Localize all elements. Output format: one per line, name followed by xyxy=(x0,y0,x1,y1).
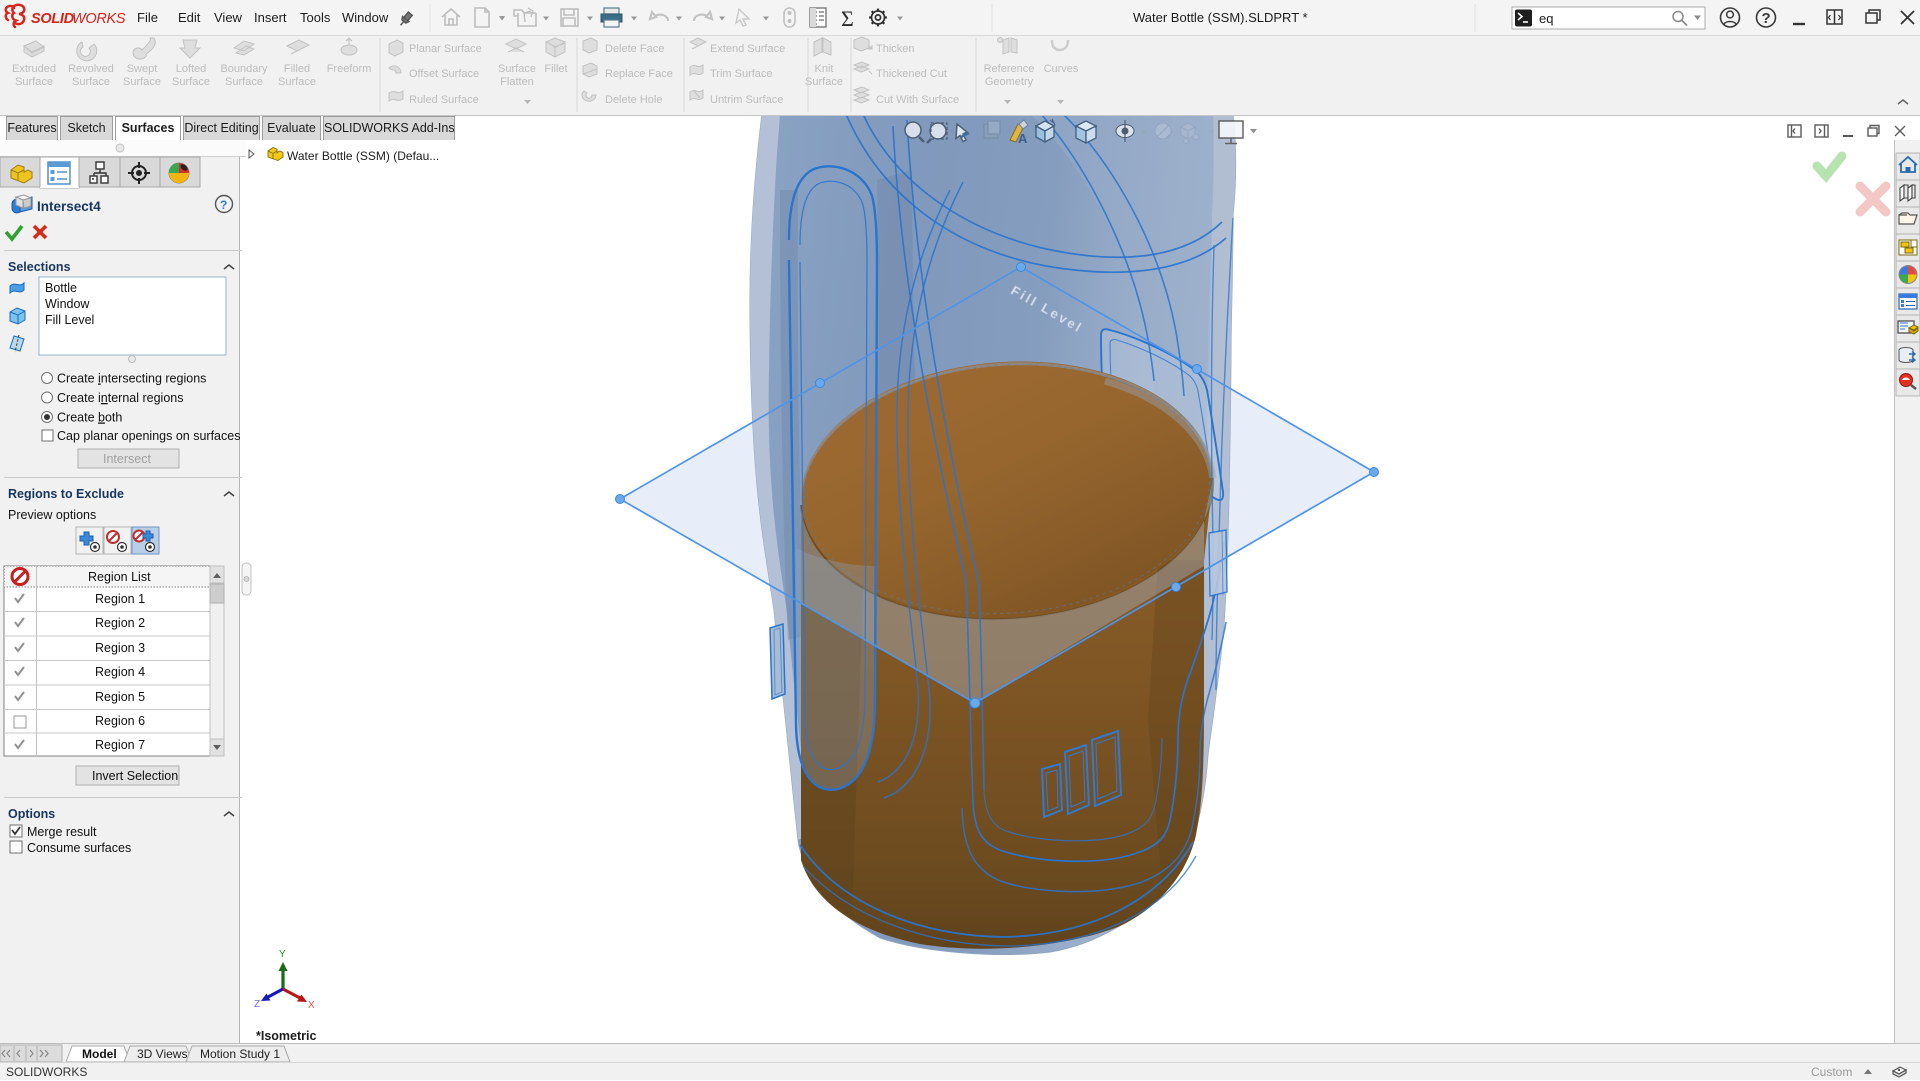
svg-text:Regions to Exclude: Regions to Exclude xyxy=(8,487,124,501)
svg-text:A: A xyxy=(1018,131,1028,146)
svg-text:Preview options: Preview options xyxy=(8,508,96,522)
svg-text:Region 1: Region 1 xyxy=(95,592,145,606)
svg-text:Model: Model xyxy=(82,1047,117,1061)
svg-text:Fill Level: Fill Level xyxy=(45,313,94,327)
svg-text:Region 4: Region 4 xyxy=(95,665,145,679)
svg-text:*Isometric: *Isometric xyxy=(256,1029,316,1043)
svg-text:Merge result: Merge result xyxy=(27,825,97,839)
svg-text:Y: Y xyxy=(279,949,286,960)
svg-text:?: ? xyxy=(1762,10,1771,27)
svg-text:Window: Window xyxy=(45,297,90,311)
svg-text:Create intersecting regions: Create intersecting regions xyxy=(57,372,206,386)
svg-text:Region 7: Region 7 xyxy=(95,738,145,752)
svg-text:SOLID: SOLID xyxy=(31,11,75,27)
svg-text:Motion Study 1: Motion Study 1 xyxy=(200,1047,280,1061)
svg-text:Consume surfaces: Consume surfaces xyxy=(27,841,131,855)
svg-text:Region 5: Region 5 xyxy=(95,690,145,704)
svg-text:Options: Options xyxy=(8,807,55,821)
svg-text:Selections: Selections xyxy=(8,260,71,274)
svg-text:Region List: Region List xyxy=(88,570,151,584)
svg-text:Region 3: Region 3 xyxy=(95,641,145,655)
svg-text:Water Bottle (SSM) (Defau...: Water Bottle (SSM) (Defau... xyxy=(287,149,439,163)
svg-text:X: X xyxy=(308,1000,315,1011)
svg-text:Intersect: Intersect xyxy=(103,452,151,466)
svg-text:eq: eq xyxy=(1539,11,1553,26)
svg-text:3D Views: 3D Views xyxy=(137,1047,187,1061)
svg-text:Cap planar openings on surface: Cap planar openings on surfaces xyxy=(57,429,240,443)
svg-text:Region 6: Region 6 xyxy=(95,714,145,728)
svg-text:WORKS: WORKS xyxy=(72,11,126,27)
svg-text:Bottle: Bottle xyxy=(45,281,77,295)
svg-text:Z: Z xyxy=(254,999,260,1010)
svg-text:Create internal regions: Create internal regions xyxy=(57,391,183,405)
svg-text:Region 2: Region 2 xyxy=(95,616,145,630)
svg-text:Create both: Create both xyxy=(57,411,122,425)
svg-text:Intersect4: Intersect4 xyxy=(37,199,101,214)
svg-text:Invert Selection: Invert Selection xyxy=(92,769,178,783)
svg-text:?: ? xyxy=(220,198,227,212)
svg-text:Σ: Σ xyxy=(841,6,854,31)
